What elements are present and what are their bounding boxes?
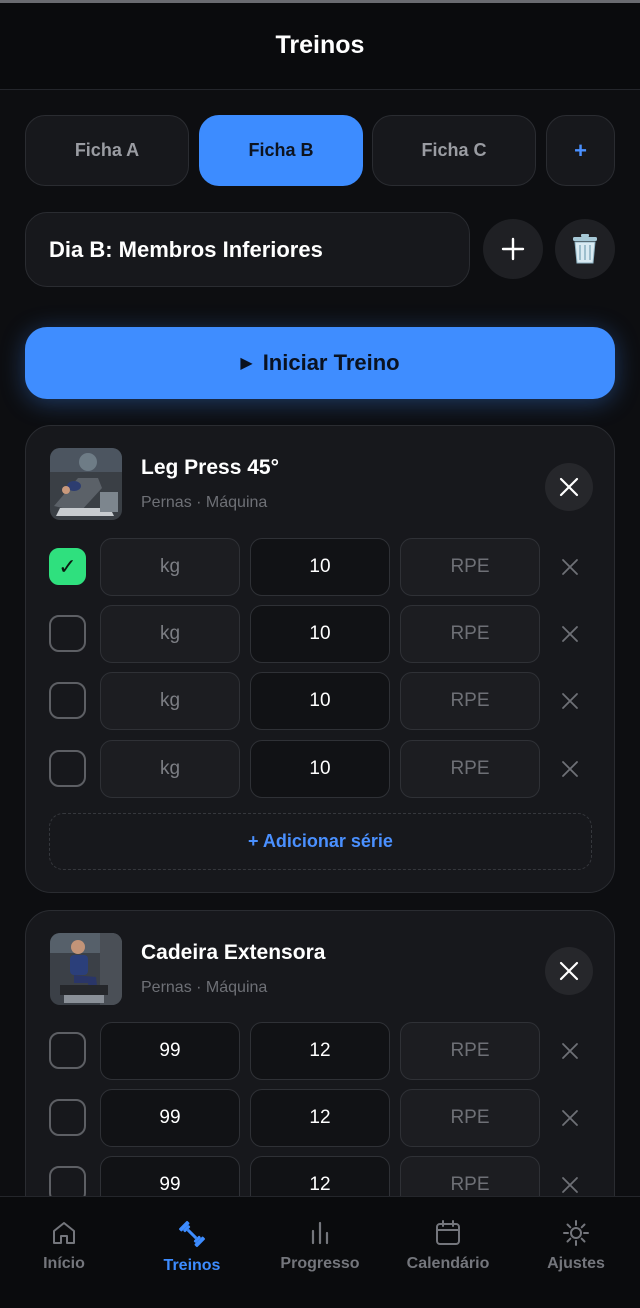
nav-item-treinos[interactable]: Treinos <box>128 1197 256 1297</box>
app-header: Treinos <box>0 0 640 90</box>
exercise-category: Pernas · Máquina <box>141 979 268 996</box>
rpe-input[interactable]: RPE <box>400 740 540 798</box>
set-done-checkbox[interactable] <box>49 615 86 652</box>
rpe-input[interactable]: RPE <box>400 672 540 730</box>
nav-label: Ajustes <box>547 1255 605 1272</box>
weight-input[interactable]: kg <box>100 740 240 798</box>
close-icon <box>559 961 579 981</box>
nav-label: Calendário <box>406 1255 490 1272</box>
nav-item-inicio[interactable]: Início <box>0 1197 128 1297</box>
tab-ficha-c[interactable]: Ficha C <box>372 115 536 186</box>
set-done-checkbox[interactable] <box>49 1099 86 1136</box>
rpe-input[interactable]: RPE <box>400 1022 540 1080</box>
add-exercise-button[interactable] <box>483 219 543 279</box>
day-row: Dia B: Membros Inferiores <box>25 212 615 287</box>
delete-day-button[interactable] <box>555 219 615 279</box>
exercise-name: Cadeira Extensora <box>141 941 326 964</box>
set-row: kg 10 RPE <box>26 740 616 798</box>
set-done-checkbox[interactable] <box>49 750 86 787</box>
home-icon <box>53 1222 75 1244</box>
bar-chart-icon <box>311 1221 329 1245</box>
start-workout-label: Iniciar Treino <box>262 350 400 375</box>
trash-icon <box>573 234 597 264</box>
play-icon: ▶ <box>240 355 253 372</box>
weight-input[interactable]: kg <box>100 605 240 663</box>
set-done-checkbox[interactable] <box>49 682 86 719</box>
nav-item-ajustes[interactable]: Ajustes <box>512 1197 640 1297</box>
add-series-button[interactable]: + Adicionar série <box>49 813 592 870</box>
rpe-input[interactable]: RPE <box>400 605 540 663</box>
set-row: kg 10 RPE <box>26 605 616 663</box>
delete-set-icon[interactable] <box>560 557 580 577</box>
exercise-thumbnail <box>50 933 122 1005</box>
exercise-category: Pernas · Máquina <box>141 494 268 511</box>
remove-exercise-button[interactable] <box>545 463 593 511</box>
nav-label: Treinos <box>163 1257 221 1274</box>
reps-input[interactable]: 10 <box>250 605 390 663</box>
set-row: ✓ kg 10 RPE <box>26 538 616 596</box>
reps-input[interactable]: 10 <box>250 740 390 798</box>
remove-exercise-button[interactable] <box>545 947 593 995</box>
delete-set-icon[interactable] <box>560 624 580 644</box>
dumbbell-icon <box>178 1220 206 1248</box>
nav-label: Início <box>43 1255 85 1272</box>
exercise-name: Leg Press 45° <box>141 456 279 479</box>
set-done-checkbox[interactable]: ✓ <box>49 548 86 585</box>
delete-set-icon[interactable] <box>560 1175 580 1195</box>
rpe-input[interactable]: RPE <box>400 1089 540 1147</box>
day-name-field[interactable]: Dia B: Membros Inferiores <box>25 212 470 287</box>
page-title: Treinos <box>275 31 365 59</box>
close-icon <box>559 477 579 497</box>
delete-set-icon[interactable] <box>560 691 580 711</box>
exercise-card: Cadeira Extensora Pernas · Máquina 99 12… <box>25 910 615 1240</box>
set-done-checkbox[interactable] <box>49 1032 86 1069</box>
gear-icon <box>563 1220 589 1246</box>
weight-input[interactable]: kg <box>100 538 240 596</box>
exercise-card: Leg Press 45° Pernas · Máquina ✓ kg 10 R… <box>25 425 615 893</box>
workout-tabs: Ficha A Ficha B Ficha C + <box>25 115 615 187</box>
exercise-thumbnail <box>50 448 122 520</box>
start-workout-button[interactable]: ▶ Iniciar Treino <box>25 327 615 399</box>
rpe-input[interactable]: RPE <box>400 538 540 596</box>
reps-input[interactable]: 12 <box>250 1022 390 1080</box>
set-row: 99 12 RPE <box>26 1089 616 1147</box>
set-row: kg 10 RPE <box>26 672 616 730</box>
tab-ficha-a[interactable]: Ficha A <box>25 115 189 186</box>
reps-input[interactable]: 12 <box>250 1089 390 1147</box>
reps-input[interactable]: 10 <box>250 672 390 730</box>
tab-ficha-b[interactable]: Ficha B <box>199 115 363 186</box>
nav-label: Progresso <box>280 1255 360 1272</box>
delete-set-icon[interactable] <box>560 759 580 779</box>
weight-input[interactable]: kg <box>100 672 240 730</box>
weight-input[interactable]: 99 <box>100 1022 240 1080</box>
weight-input[interactable]: 99 <box>100 1089 240 1147</box>
delete-set-icon[interactable] <box>560 1041 580 1061</box>
bottom-navigation: Início Treinos Progresso Calendário Ajus… <box>0 1196 640 1308</box>
set-row: 99 12 RPE <box>26 1022 616 1080</box>
nav-item-progresso[interactable]: Progresso <box>256 1197 384 1297</box>
add-tab-button[interactable]: + <box>546 115 615 186</box>
reps-input[interactable]: 10 <box>250 538 390 596</box>
plus-icon <box>501 237 525 261</box>
nav-item-calendario[interactable]: Calendário <box>384 1197 512 1297</box>
delete-set-icon[interactable] <box>560 1108 580 1128</box>
calendar-icon <box>436 1220 460 1245</box>
